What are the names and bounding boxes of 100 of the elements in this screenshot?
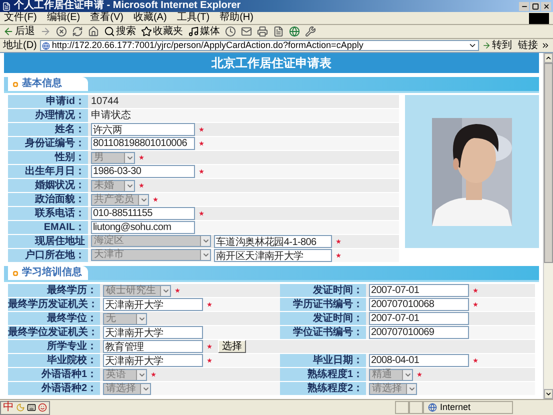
field-label: 政治面貌： [8,193,88,206]
keyboard-icon[interactable] [27,403,36,412]
section-title: 学习培训信息 [22,268,82,278]
refresh-icon[interactable] [72,26,83,37]
input-field[interactable]: 200707010069 [369,326,469,339]
bullet-icon [13,82,18,86]
scrollbar[interactable] [543,53,553,399]
page-title: 北京工作居住证申请表 [212,55,332,72]
input-field[interactable]: 2007-07-01 [369,312,469,325]
scroll-down-icon[interactable] [545,390,552,398]
caret-icon [162,286,170,294]
ime-mode[interactable]: 中 [3,402,14,413]
choose-button[interactable]: 选择 [218,340,246,353]
field-label: 毕业日期： [280,354,366,367]
go-button[interactable]: 转到 [482,40,512,50]
field-value: 10744 [91,95,119,109]
scroll-thumb[interactable] [544,63,553,263]
input-field[interactable]: 1986-03-30 [91,165,195,178]
input-field[interactable]: 车道沟奥林花园4-1-806 [214,235,332,248]
menu-item[interactable]: 文件(F) [4,13,37,23]
address-field[interactable]: http://172.20.66.177:7001/yjrc/person/ApplyCardAction.do?formAction=cApply [40,40,479,51]
field-label: 身份证编号： [8,137,88,150]
page-icon [42,42,50,50]
field-label: 联系电话： [8,207,88,220]
minimize-button[interactable] [519,2,529,10]
mail-icon[interactable] [241,26,252,37]
scroll-up-icon[interactable] [545,54,552,62]
favorites-button[interactable]: 收藏夹 [141,26,183,37]
search-icon [104,26,115,37]
dropdown-icon[interactable] [468,41,477,50]
menu-item[interactable]: 查看(V) [90,13,124,23]
field-label: 学位证书编号： [280,326,366,339]
menu-item[interactable]: 收藏(A) [133,13,167,23]
input-field[interactable]: 许六两 [91,123,195,136]
field-label: 婚姻状况： [8,179,88,192]
field-label: 最终学位： [8,312,100,325]
input-field[interactable]: 南开区天津南开大学 [214,249,332,262]
ime-toolbar[interactable]: 中 [0,400,50,414]
back-button[interactable]: 后退 [3,26,35,37]
maximize-icon [532,2,538,10]
field-label: 熟练程度1： [280,368,366,381]
section-tab[interactable]: 学习培训信息 [8,266,88,280]
globe-icon[interactable] [289,26,300,37]
input-field[interactable]: 010-88511155 [91,207,195,220]
star-icon [141,26,152,37]
tool-icon[interactable] [305,26,316,37]
logo-icon [529,12,549,24]
field-label: 申请id： [8,95,88,108]
field-label: 发证时间： [280,312,366,325]
section-title: 基本信息 [22,79,62,89]
menu-item[interactable]: 帮助(H) [220,13,254,23]
address-label: 地址(D) [3,40,37,50]
edit-icon[interactable] [273,26,284,37]
media-button[interactable]: 媒体 [188,26,220,37]
input-field[interactable]: 天津南开大学 [103,298,203,311]
history-icon[interactable] [225,26,236,37]
field-label: 外语语种1： [8,368,100,381]
menu-item[interactable]: 编辑(E) [46,13,80,23]
search-button[interactable]: 搜索 [104,26,136,37]
field-label: 出生年月日： [8,165,88,178]
field-label: 性别： [8,151,88,164]
caret-icon [126,154,134,162]
zone-text: Internet [440,403,471,412]
input-field[interactable]: 200707010068 [369,298,469,311]
field-label: 学历证书编号： [280,298,366,311]
caret-icon [138,314,146,322]
close-button[interactable] [541,2,551,10]
input-field[interactable]: 801108198801010006 [91,137,195,150]
field-label: 熟练程度2： [280,382,366,395]
stop-icon[interactable] [56,26,67,37]
page-icon [2,2,11,10]
back-arrow-icon [3,26,14,37]
chevron-icon[interactable] [541,41,550,50]
field-label: 发证时间： [280,284,366,297]
globe-icon [428,403,437,412]
field-label: 所学专业： [8,340,100,353]
print-icon[interactable] [257,26,268,37]
field-label: 姓名： [8,123,88,136]
menu-item[interactable]: 工具(T) [176,13,210,23]
field-label: 最终学历发证机关： [8,298,100,311]
field-label: 最终学历： [8,284,100,297]
input-field[interactable]: 天津南开大学 [103,354,203,367]
input-field[interactable]: 天津南开大学 [103,326,203,339]
section-tab[interactable]: 基本信息 [8,77,88,91]
go-arrow-icon [482,41,491,50]
links-button[interactable]: 链接 [518,40,538,50]
home-icon[interactable] [88,26,99,37]
bullet-icon [13,270,18,276]
smile-icon[interactable] [38,403,47,412]
close-icon [542,2,550,10]
url-text: http://172.20.66.177:7001/yjrc/person/ApplyCardAction.do?formAction=cApply [52,41,364,50]
field-value: 申请状态 [91,108,131,123]
field-label: 户口所在地： [8,249,88,262]
input-field[interactable]: 教育管理 [103,340,203,353]
input-field[interactable]: liutong@sohu.com [91,221,195,234]
music-note-icon [188,26,199,37]
input-field[interactable]: 2008-04-01 [369,354,469,367]
input-field[interactable]: 2007-07-01 [369,284,469,297]
field-label: 最终学位发证机关： [8,326,100,339]
maximize-button[interactable] [530,2,540,10]
